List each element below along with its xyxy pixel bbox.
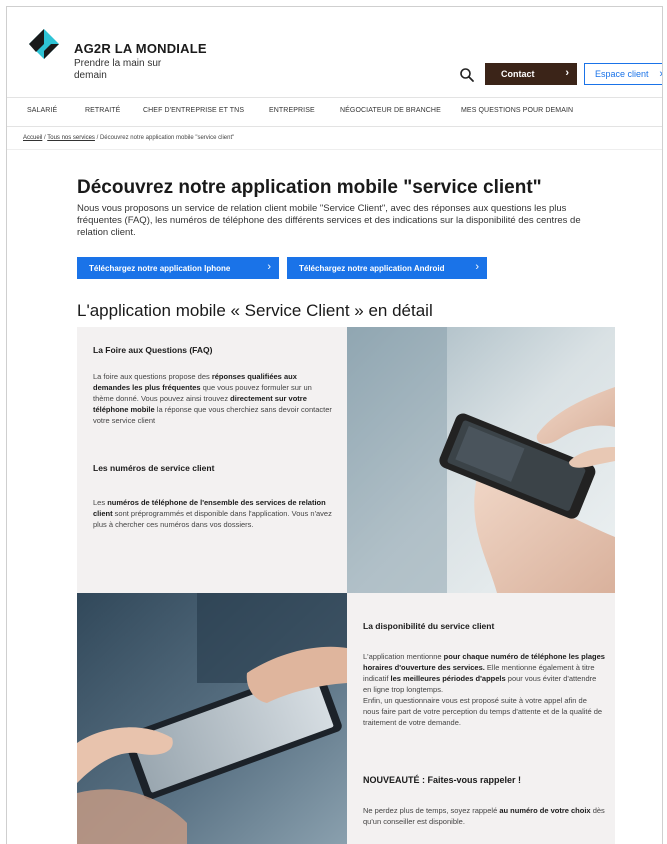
page-title: Découvrez notre application mobile "serv… (77, 177, 542, 198)
callback-text: Ne perdez plus de temps, soyez rappelé a… (363, 805, 605, 827)
divider (7, 149, 662, 150)
availability-text-run: L'application mentionne (363, 652, 444, 661)
availability-text-run: Enfin, un questionnaire vous est proposé… (363, 696, 603, 727)
chevron-right-icon: › (565, 67, 569, 79)
callback-title: NOUVEAUTÉ : Faites-vous rappeler ! (363, 775, 522, 785)
numbers-text: Les numéros de téléphone de l'ensemble d… (93, 497, 333, 530)
faq-text: La foire aux questions propose des répon… (93, 371, 333, 426)
search-icon[interactable] (459, 67, 475, 83)
download-iphone-button[interactable]: Téléchargez notre application Iphone › (77, 257, 279, 279)
callback-text-run: Ne perdez plus de temps, soyez rappelé (363, 806, 500, 815)
espace-label: Espace client (595, 69, 649, 79)
brand-name: AG2R LA MONDIALE (74, 41, 207, 56)
callback-text-run: au numéro de votre choix (499, 806, 591, 815)
download-android-button[interactable]: Téléchargez notre application Android › (287, 257, 487, 279)
availability-text: L'application mentionne pour chaque numé… (363, 651, 605, 728)
espace-client-button[interactable]: Espace client › (584, 63, 663, 85)
availability-text-run: les meilleures périodes d'appels (390, 674, 506, 683)
faq-panel: La Foire aux Questions (FAQ) La foire au… (77, 327, 347, 593)
breadcrumb-services[interactable]: Tous nos services (47, 135, 95, 141)
intro-text: Nous vous proposons un service de relati… (77, 203, 581, 238)
availability-panel: La disponibilité du service client L'app… (347, 593, 615, 844)
phone-photo (347, 327, 615, 593)
contact-button[interactable]: Contact › (485, 63, 577, 85)
nav-item-entreprise[interactable]: ENTREPRISE (269, 107, 315, 114)
faq-title: La Foire aux Questions (FAQ) (93, 345, 213, 355)
brand-tagline: Prendre la main sur demain (74, 58, 162, 81)
breadcrumb: Accueil / Tous nos services / Découvrez … (23, 135, 234, 141)
main-nav: SALARIÉ RETRAITÉ CHEF D'ENTREPRISE ET TN… (7, 97, 662, 127)
contact-label: Contact (501, 69, 535, 79)
logo-mark[interactable] (27, 27, 61, 61)
chevron-right-icon: › (475, 261, 479, 273)
numbers-text-run: sont préprogrammés et disponible dans l'… (93, 509, 332, 529)
nav-item-questions[interactable]: MES QUESTIONS POUR DEMAIN (461, 107, 573, 114)
chevron-right-icon: › (267, 261, 271, 273)
tablet-photo (77, 593, 347, 844)
section-title: L'application mobile « Service Client » … (77, 301, 433, 320)
breadcrumb-home[interactable]: Accueil (23, 135, 42, 141)
numbers-text-run: Les (93, 498, 108, 507)
nav-item-chef-entreprise[interactable]: CHEF D'ENTREPRISE ET TNS (143, 107, 244, 114)
nav-item-salarie[interactable]: SALARIÉ (27, 107, 57, 114)
chevron-right-icon: › (659, 68, 663, 80)
download-android-label: Téléchargez notre application Android (299, 263, 445, 273)
availability-title: La disponibilité du service client (363, 621, 495, 631)
download-iphone-label: Téléchargez notre application Iphone (89, 263, 231, 273)
page-frame: AG2R LA MONDIALE Prendre la main sur dem… (6, 6, 663, 844)
numbers-title: Les numéros de service client (93, 463, 215, 473)
nav-item-retraite[interactable]: RETRAITÉ (85, 107, 120, 114)
breadcrumb-current: Découvrez notre application mobile "serv… (99, 135, 235, 141)
faq-text-run: La foire aux questions propose des (93, 372, 212, 381)
nav-item-negociateur[interactable]: NÉGOCIATEUR DE BRANCHE (340, 107, 441, 114)
